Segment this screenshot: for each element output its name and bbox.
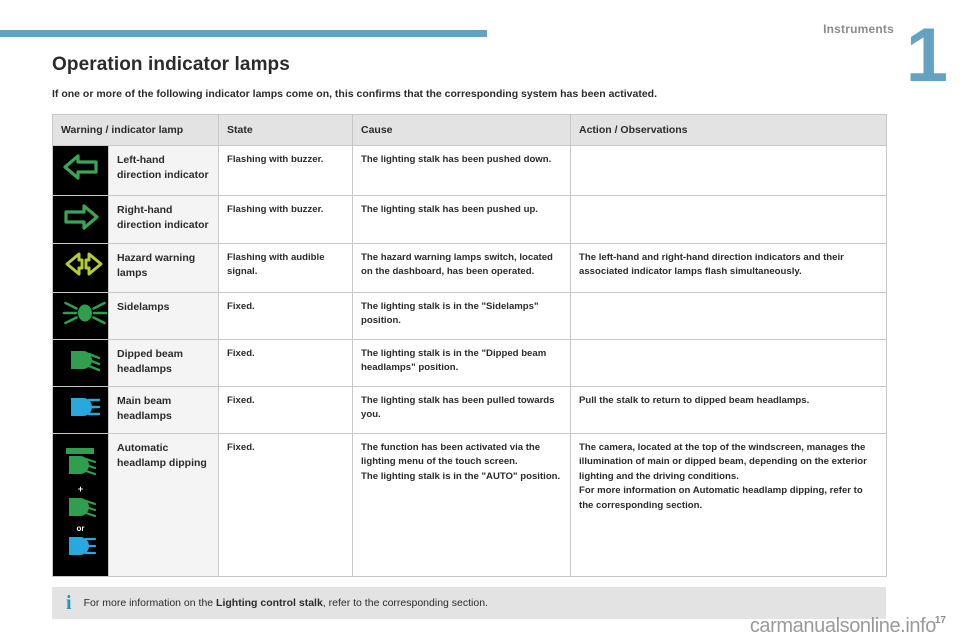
lamp-action [570,195,887,244]
sidelamps-icon [61,300,108,326]
indicator-lamp-table: Warning / indicator lamp State Cause Act… [52,114,887,577]
auto-dipped-beam-icon [61,447,101,484]
lamp-name: Sidelamps [108,292,219,340]
info-icon: i [66,592,72,614]
lamp-action: The camera, located at the top of the wi… [570,433,887,577]
table-row: Sidelamps Fixed. The lighting stalk is i… [52,292,887,340]
lamp-state: Flashing with audible signal. [218,243,353,293]
page-intro: If one or more of the following indicato… [52,88,658,100]
lamp-action-line: The camera, located at the top of the wi… [579,442,867,482]
info-note-text: For more information on the Lighting con… [84,597,488,609]
lamp-state: Flashing with buzzer. [218,145,353,196]
info-note-prefix: For more information on the [83,597,217,609]
lamp-icon-cell [52,195,109,244]
column-header-action: Action / Observations [570,114,887,146]
dipped-beam-icon [61,347,101,373]
automatic-headlamp-dipping-icon: + or [61,441,100,569]
lamp-action: The left-hand and right-hand direction i… [570,243,887,293]
chapter-label: Instruments [823,22,894,36]
lamp-icon-cell: + or [52,433,109,577]
lamp-cause: The lighting stalk is in the "Dipped bea… [352,339,571,387]
table-header-row: Warning / indicator lamp State Cause Act… [52,114,887,146]
lamp-cause: The function has been activated via the … [352,433,571,577]
table-row: Right-hand direction indicator Flashing … [52,195,887,244]
lamp-name: Hazard warning lamps [108,243,219,293]
lamp-icon-cell [52,386,109,434]
page-title: Operation indicator lamps [52,54,290,75]
lamp-action-line: For more information on Automatic headla… [579,485,863,511]
lamp-cause-line: The function has been activated via the … [361,442,541,468]
dipped-beam-icon [61,495,101,524]
info-note-bold: Lighting control stalk [216,597,323,609]
table-row: Hazard warning lamps Flashing with audib… [52,243,887,293]
plus-symbol: + [77,484,84,494]
chapter-number: 1 [905,13,948,98]
lamp-icon-cell [52,243,109,293]
lamp-cause: The lighting stalk is in the "Sidelamps"… [352,292,571,340]
column-header-cause: Cause [352,114,571,146]
lamp-action: Pull the stalk to return to dipped beam … [570,386,887,434]
info-note-suffix: , refer to the corresponding section. [322,597,488,609]
lamp-cause: The lighting stalk has been pushed down. [352,145,571,196]
watermark: carmanualsonline.info [749,615,937,637]
hazard-warning-icon [61,251,103,277]
lamp-action [570,292,887,340]
lamp-cause: The hazard warning lamps switch, located… [352,243,571,293]
main-beam-icon [61,534,101,563]
lamp-name: Right-hand direction indicator [108,195,219,244]
header-accent-bar [0,30,487,37]
lamp-name: Left-hand direction indicator [108,145,219,196]
lamp-icon-cell [52,292,109,340]
lamp-action [570,339,887,387]
table-row: + or Automatic headlamp dipping Fixed. T… [52,433,887,577]
lamp-cause: The lighting stalk has been pushed up. [352,195,571,244]
right-direction-arrow-icon [61,203,100,231]
lamp-state: Fixed. [218,386,353,434]
lamp-state: Fixed. [218,339,353,387]
lamp-state: Fixed. [218,292,353,340]
lamp-cause: The lighting stalk has been pulled towar… [352,386,571,434]
lamp-icon-cell [52,145,109,196]
main-beam-icon [61,394,101,420]
column-header-lamp: Warning / indicator lamp [52,114,219,146]
left-direction-arrow-icon [61,153,100,181]
page-content: Operation indicator lamps If one or more… [52,54,887,619]
table-row: Left-hand direction indicator Flashing w… [52,145,887,196]
table-row: Dipped beam headlamps Fixed. The lightin… [52,339,887,387]
lamp-name: Automatic headlamp dipping [108,433,219,577]
lamp-name: Dipped beam headlamps [108,339,219,387]
column-header-state: State [218,114,353,146]
table-row: Main beam headlamps Fixed. The lighting … [52,386,887,434]
page-number: 17 [934,615,946,626]
lamp-action [570,145,887,196]
lamp-icon-cell [52,339,109,387]
or-label: or [76,524,85,533]
lamp-state: Flashing with buzzer. [218,195,353,244]
lamp-name: Main beam headlamps [108,386,219,434]
lamp-cause-line: The lighting stalk is in the "AUTO" posi… [361,470,561,482]
lamp-state: Fixed. [218,433,353,577]
